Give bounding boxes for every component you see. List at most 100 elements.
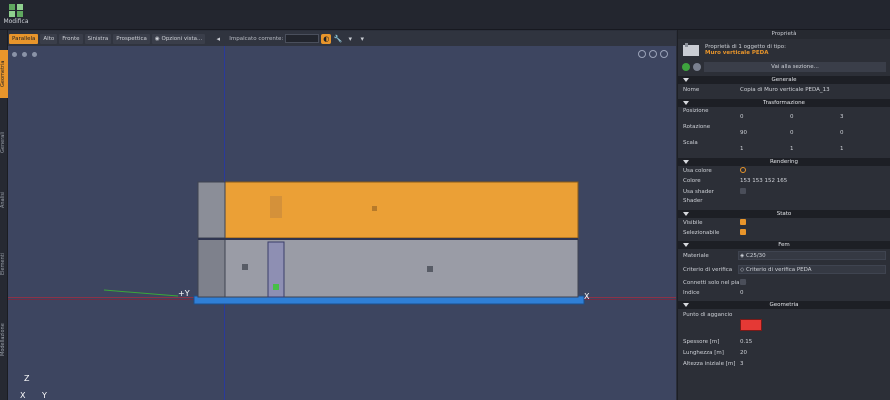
- lock-icon[interactable]: ▾: [357, 34, 367, 44]
- node-marker-1: [242, 264, 248, 270]
- usa-shader-checkbox[interactable]: [740, 188, 746, 194]
- arrow-left-icon[interactable]: ◂: [213, 34, 223, 44]
- materiale-value[interactable]: ◈ C25/30: [740, 253, 766, 259]
- section-generale[interactable]: Generale: [678, 76, 890, 84]
- colore-value[interactable]: 153 153 152 165: [740, 178, 787, 184]
- connetti-checkbox[interactable]: [740, 279, 746, 285]
- criterio-value[interactable]: ◇ Criterio di verifica PEDA: [740, 267, 812, 273]
- rotazione-y[interactable]: 0: [790, 130, 794, 136]
- altezza-label: Altezza iniziale [m]: [683, 361, 736, 367]
- criterio-text: Criterio di verifica PEDA: [745, 267, 812, 273]
- usa-shader-label: Usa shader: [683, 189, 714, 195]
- view-prospettica-button[interactable]: Prospettica: [113, 33, 150, 44]
- view-sinistra-button[interactable]: Sinistra: [84, 33, 112, 44]
- impalcato-select[interactable]: [285, 34, 320, 43]
- nome-label: Nome: [683, 87, 700, 93]
- properties-header: Proprietà: [678, 30, 890, 39]
- tab-modellazione[interactable]: Modellazione: [0, 310, 8, 370]
- column-marker: [273, 284, 279, 290]
- node-marker-2: [427, 266, 433, 272]
- rotazione-z[interactable]: 0: [840, 130, 844, 136]
- row-indice: Indice 0: [678, 288, 890, 298]
- gizmo-y-label: Y: [42, 391, 47, 400]
- axis-y-green-line: [103, 289, 179, 297]
- scala-y[interactable]: 1: [790, 146, 794, 152]
- row-usa-colore: Usa colore: [678, 166, 890, 176]
- row-colore: Colore 153 153 152 165: [678, 176, 890, 187]
- model-drawing: [103, 181, 585, 305]
- section-geometria[interactable]: Geometria: [678, 301, 890, 309]
- tab-geometria[interactable]: Geometria: [0, 50, 8, 98]
- gizmo-z-label: Z: [24, 374, 30, 383]
- row-altezza: Altezza iniziale [m] 3: [678, 359, 890, 370]
- wall-upper-marker: [270, 196, 282, 218]
- connetti-label: Connetti solo nel piano: [683, 280, 747, 286]
- section-stato[interactable]: Stato: [678, 210, 890, 218]
- view-alto-button[interactable]: Alto: [40, 33, 58, 44]
- forward-icon[interactable]: [693, 63, 701, 71]
- section-fem[interactable]: Fem: [678, 241, 890, 249]
- visibile-label: Visibile: [683, 220, 703, 226]
- wrench-icon[interactable]: 🔧: [333, 34, 343, 44]
- view-parallela-button[interactable]: Parallela: [9, 33, 39, 44]
- nome-value[interactable]: Copia di Muro verticale PEDA_13: [740, 87, 830, 93]
- altezza-value[interactable]: 3: [740, 361, 744, 367]
- spessore-value[interactable]: 0.15: [740, 339, 752, 345]
- row-criterio: Criterio di verifica ◇ Criterio di verif…: [678, 263, 890, 278]
- tab-elementi[interactable]: Elementi: [0, 242, 8, 286]
- indice-value[interactable]: 0: [740, 290, 744, 296]
- lunghezza-label: Lunghezza [m]: [683, 350, 724, 356]
- 3d-viewport[interactable]: +Y X Z X Y: [8, 46, 676, 400]
- spessore-label: Spessore [m]: [683, 339, 720, 345]
- row-visibile: Visibile: [678, 218, 890, 228]
- view-toolbar: Parallela Alto Fronte Sinistra Prospetti…: [8, 31, 676, 46]
- criterio-label: Criterio di verifica: [683, 267, 733, 273]
- row-spessore: Spessore [m] 0.15: [678, 337, 890, 348]
- view-fronte-button[interactable]: Fronte: [59, 33, 83, 44]
- lunghezza-value[interactable]: 20: [740, 350, 747, 356]
- row-rotazione: Rotazione 90 0 0: [678, 123, 890, 139]
- tab-analisi[interactable]: Analisi: [0, 180, 8, 220]
- plane-settings-icon[interactable]: ◐: [321, 33, 332, 44]
- modify-icon: [9, 4, 23, 17]
- selezionabile-checkbox[interactable]: [740, 229, 746, 235]
- section-rendering[interactable]: Rendering: [678, 158, 890, 166]
- scala-z[interactable]: 1: [840, 146, 844, 152]
- goto-section-button[interactable]: Vai alla sezione...: [704, 62, 886, 72]
- posizione-z[interactable]: 3: [840, 114, 844, 120]
- wall-upper-dot: [372, 206, 377, 211]
- modifica-button[interactable]: Modifica: [2, 0, 30, 30]
- back-icon[interactable]: [682, 63, 690, 71]
- wall-lower-side: [197, 238, 226, 298]
- axis-y-label: +Y: [178, 289, 190, 298]
- row-connetti: Connetti solo nel piano: [678, 278, 890, 288]
- row-materiale: Materiale ◈ C25/30: [678, 249, 890, 263]
- rotazione-x[interactable]: 90: [740, 130, 747, 136]
- view-options-button[interactable]: ◉ Opzioni vista...: [151, 33, 206, 44]
- pin-icon[interactable]: ▾: [345, 34, 355, 44]
- row-nome: Nome Copia di Muro verticale PEDA_13: [678, 84, 890, 96]
- view-options-label: Opzioni vista...: [161, 35, 203, 42]
- visibile-checkbox[interactable]: [740, 219, 746, 225]
- properties-panel: Proprietà Proprietà di 1 oggetto di tipo…: [677, 30, 890, 400]
- tab-generali[interactable]: Generali: [0, 122, 8, 162]
- materiale-text: C25/30: [745, 253, 766, 259]
- section-trasformazione[interactable]: Trasformazione: [678, 99, 890, 107]
- row-punto: Punto di aggancio: [678, 309, 890, 337]
- scala-x[interactable]: 1: [740, 146, 744, 152]
- posizione-x[interactable]: 0: [740, 114, 744, 120]
- wall-upper: [197, 181, 579, 239]
- usa-colore-radio[interactable]: [740, 167, 746, 173]
- top-toolbar: Modifica: [0, 0, 890, 30]
- gizmo-x-label: X: [20, 391, 26, 400]
- anchor-point-swatch[interactable]: [740, 319, 762, 331]
- posizione-y[interactable]: 0: [790, 114, 794, 120]
- impalcato-label: Impalcato corrente:: [229, 35, 284, 42]
- row-shader: Shader: [678, 197, 890, 207]
- selezionabile-label: Selezionabile: [683, 230, 720, 236]
- modifica-label: Modifica: [3, 18, 29, 25]
- object-type: Muro verticale PEDA: [705, 50, 769, 56]
- indice-label: Indice: [683, 290, 700, 296]
- row-selezionabile: Selezionabile: [678, 228, 890, 238]
- row-scala: Scala 1 1 1: [678, 139, 890, 155]
